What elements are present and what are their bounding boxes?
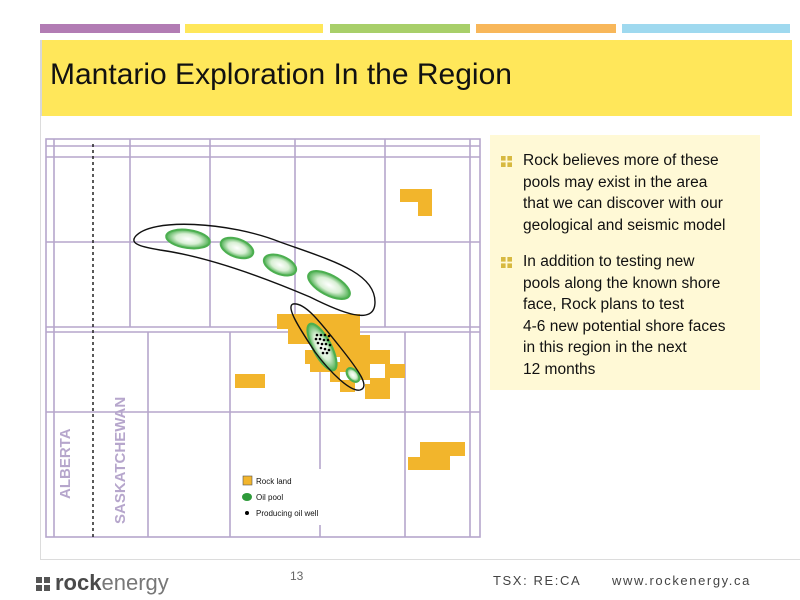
page-title: Mantario Exploration In the Region — [50, 58, 512, 91]
website-link[interactable]: www.rockenergy.ca — [612, 573, 751, 588]
header-color-bar-4 — [476, 24, 616, 33]
producing-well-icon — [245, 511, 249, 515]
company-logo: rockenergy — [36, 570, 169, 596]
legend-oil-pool: Oil pool — [256, 493, 283, 502]
ticker-symbol: TSX: RE:CA — [493, 573, 582, 588]
logo-rock: rock — [55, 570, 102, 595]
region-map: ALBERTA SASKATCHEWAN Rock land Oil pool … — [45, 138, 481, 538]
bullet-1-text: Rock believes more of these pools may ex… — [523, 152, 726, 234]
header-color-bar-1 — [40, 24, 180, 33]
frame-bottom-line — [40, 559, 800, 560]
bullet-square-icon — [501, 257, 512, 268]
bullet-2: In addition to testing new pools along t… — [498, 251, 753, 380]
oil-pools — [165, 228, 361, 383]
page-number: 13 — [290, 569, 304, 583]
logo-energy: energy — [101, 570, 169, 595]
logo-mark-icon — [36, 577, 50, 591]
header-color-bar-2 — [185, 24, 323, 33]
oil-pool-icon — [242, 493, 252, 501]
bullet-2-text: In addition to testing new pools along t… — [523, 253, 726, 378]
rock-land-icon — [242, 475, 253, 486]
map-legend: Rock land Oil pool Producing oil well — [236, 469, 346, 525]
header-color-bar-3 — [330, 24, 470, 33]
alberta-label: ALBERTA — [57, 428, 74, 499]
bullet-1: Rock believes more of these pools may ex… — [498, 150, 753, 236]
legend-rock-land: Rock land — [256, 477, 292, 486]
saskatchewan-label: SASKATCHEWAN — [112, 397, 129, 524]
rock-land-parcels — [235, 189, 465, 470]
legend-producing-well: Producing oil well — [256, 509, 318, 518]
header-color-bar-5 — [622, 24, 790, 33]
bullet-square-icon — [501, 156, 512, 167]
bullet-panel: Rock believes more of these pools may ex… — [490, 135, 760, 390]
